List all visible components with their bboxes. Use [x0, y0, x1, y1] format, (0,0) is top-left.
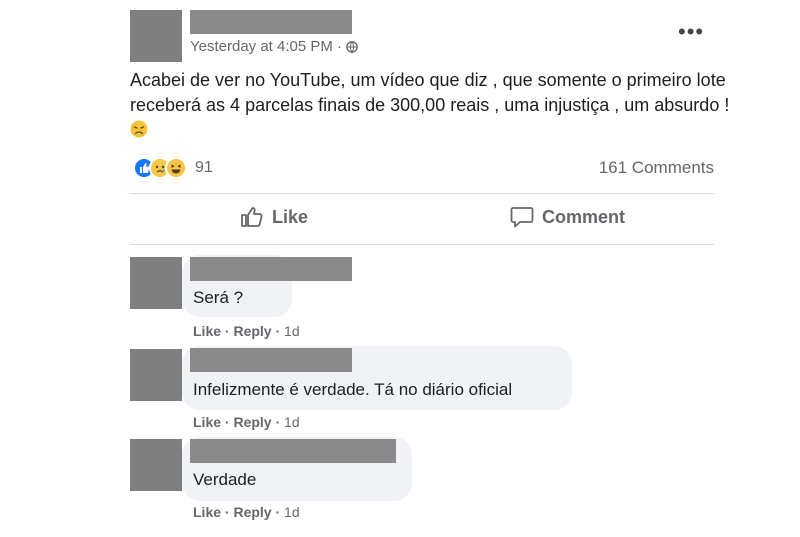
post-body: Acabei de ver no YouTube, um vídeo que d…: [130, 70, 730, 115]
reaction-count[interactable]: 91: [195, 159, 213, 177]
comment-actions: Like · Reply · 1d: [193, 414, 300, 430]
comment-author-name[interactable]: [190, 257, 352, 281]
comment-text: Infelizmente é verdade. Tá no diário ofi…: [193, 380, 513, 399]
post-text: Acabei de ver no YouTube, um vídeo que d…: [130, 68, 730, 143]
like-label: Like: [272, 206, 309, 227]
comment-like-link[interactable]: Like: [193, 323, 221, 339]
comment-time[interactable]: 1d: [284, 414, 300, 430]
more-options-button[interactable]: •••: [678, 19, 705, 44]
comment-actions: Like · Reply · 1d: [193, 323, 300, 339]
post-author-avatar[interactable]: [130, 10, 182, 62]
comment-like-link[interactable]: Like: [193, 414, 221, 430]
comment-like-link[interactable]: Like: [193, 504, 221, 520]
divider-bottom: [130, 244, 714, 245]
comment-bubble-icon: [510, 207, 534, 228]
comment-actions: Like · Reply · 1d: [193, 504, 300, 520]
like-button[interactable]: Like: [240, 206, 308, 228]
comment-text: Verdade: [193, 470, 257, 489]
post-timestamp-text[interactable]: Yesterday at 4:05 PM ·: [190, 38, 342, 55]
tired-face-emoji: [130, 120, 148, 138]
more-icon: •••: [678, 19, 705, 44]
comment-label: Comment: [542, 206, 626, 227]
thumbs-up-icon: [241, 207, 263, 227]
comment-reply-link[interactable]: Reply: [233, 414, 271, 430]
comment-reply-link[interactable]: Reply: [233, 504, 271, 520]
comment-author-name[interactable]: [190, 439, 396, 463]
comment-reply-link[interactable]: Reply: [233, 323, 271, 339]
comment-time[interactable]: 1d: [284, 323, 300, 339]
reactions-summary[interactable]: 91: [133, 157, 213, 179]
comment-avatar[interactable]: [130, 439, 182, 491]
comment-avatar[interactable]: [130, 349, 182, 401]
comment-button[interactable]: Comment: [510, 206, 625, 228]
post-author-name[interactable]: [190, 10, 352, 34]
divider-top: [130, 193, 714, 194]
globe-icon: [346, 40, 358, 53]
comment-author-name[interactable]: [190, 348, 352, 372]
comment-text: Será ?: [193, 288, 244, 307]
haha-reaction-icon: [165, 157, 187, 179]
comment-time[interactable]: 1d: [284, 504, 300, 520]
comments-count[interactable]: 161 Comments: [599, 158, 714, 178]
comment-avatar[interactable]: [130, 257, 182, 309]
post-timestamp[interactable]: Yesterday at 4:05 PM ·: [190, 38, 358, 55]
